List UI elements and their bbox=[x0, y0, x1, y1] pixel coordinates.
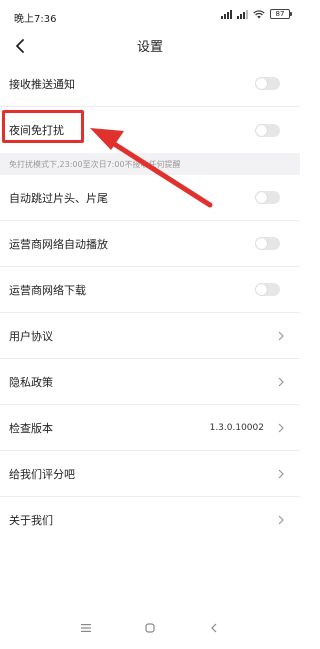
menu-icon bbox=[81, 624, 91, 632]
setting-night-dnd: 夜间免打扰 bbox=[0, 107, 300, 153]
setting-label: 接收推送通知 bbox=[9, 77, 75, 91]
status-time: 晚上7:36 bbox=[14, 14, 57, 25]
signal-icon bbox=[221, 9, 232, 19]
nav-bar: 设置 bbox=[0, 26, 300, 66]
setting-label: 运营商网络自动播放 bbox=[9, 237, 108, 251]
setting-privacy-policy[interactable]: 隐私政策 bbox=[0, 359, 300, 405]
chevron-right-icon bbox=[278, 423, 284, 432]
setting-check-version[interactable]: 检查版本 1.3.0.10002 bbox=[0, 405, 300, 451]
settings-list: 接收推送通知 夜间免打扰 免打扰模式下,23:00至次日7:00不接收任何提醒 … bbox=[0, 61, 300, 543]
status-icons: 87 bbox=[221, 9, 292, 19]
setting-rate-us[interactable]: 给我们评分吧 bbox=[0, 451, 300, 497]
setting-label: 关于我们 bbox=[9, 514, 53, 527]
wifi-icon bbox=[253, 9, 265, 18]
setting-user-agreement[interactable]: 用户协议 bbox=[0, 313, 300, 359]
chevron-right-icon bbox=[278, 469, 284, 478]
chevron-right-icon bbox=[278, 515, 284, 525]
page-title: 设置 bbox=[136, 40, 163, 55]
skip-intro-toggle[interactable] bbox=[255, 191, 280, 204]
battery-icon: 87 bbox=[270, 9, 292, 19]
home-icon bbox=[145, 623, 155, 633]
setting-push-notifications: 接收推送通知 bbox=[0, 61, 300, 107]
dnd-hint: 免打扰模式下,23:00至次日7:00不接收任何提醒 bbox=[0, 153, 300, 175]
chevron-right-icon bbox=[278, 331, 284, 340]
carrier-download-toggle[interactable] bbox=[255, 283, 280, 296]
setting-label: 运营商网络下载 bbox=[9, 283, 86, 297]
menu-button[interactable] bbox=[78, 620, 94, 636]
version-value: 1.3.0.10002 bbox=[209, 422, 264, 433]
setting-label: 给我们评分吧 bbox=[9, 467, 75, 481]
system-nav-bar bbox=[0, 610, 300, 649]
push-notifications-toggle[interactable] bbox=[255, 77, 280, 90]
setting-carrier-download: 运营商网络下载 bbox=[0, 267, 300, 313]
chevron-right-icon bbox=[278, 377, 284, 386]
home-button[interactable] bbox=[142, 620, 158, 636]
status-bar: 晚上7:36 87 bbox=[0, 0, 300, 26]
back-icon bbox=[211, 623, 217, 633]
back-nav-button[interactable] bbox=[206, 620, 222, 636]
setting-label: 夜间免打扰 bbox=[9, 124, 64, 137]
setting-about-us[interactable]: 关于我们 bbox=[0, 497, 300, 543]
setting-carrier-autoplay: 运营商网络自动播放 bbox=[0, 221, 300, 267]
setting-skip-intro: 自动跳过片头、片尾 bbox=[0, 175, 300, 221]
setting-label: 自动跳过片头、片尾 bbox=[9, 191, 108, 205]
setting-label: 检查版本 bbox=[9, 421, 53, 435]
signal-icon-2 bbox=[237, 9, 248, 19]
carrier-autoplay-toggle[interactable] bbox=[255, 237, 280, 250]
night-dnd-toggle[interactable] bbox=[255, 123, 280, 137]
setting-label: 隐私政策 bbox=[9, 375, 53, 389]
setting-label: 用户协议 bbox=[9, 329, 53, 343]
